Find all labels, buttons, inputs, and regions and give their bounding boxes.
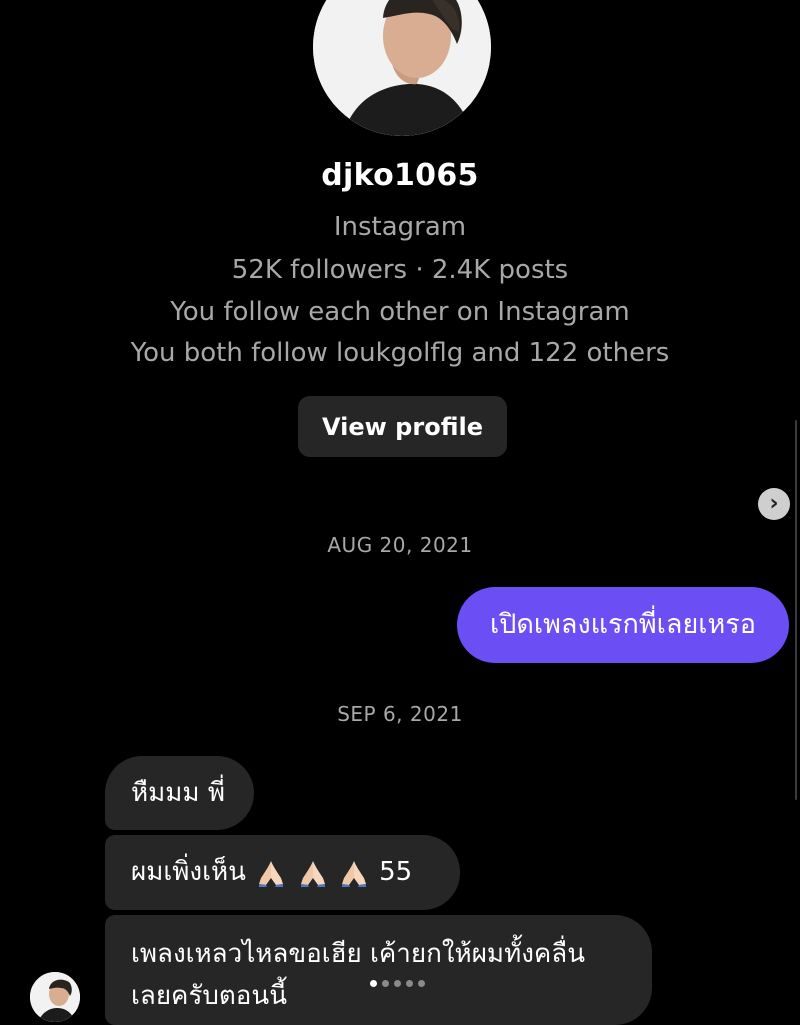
pager-dot bbox=[406, 979, 413, 987]
received-message[interactable]: หืมมม พี่ bbox=[105, 756, 254, 830]
reaction-emojis bbox=[254, 858, 379, 887]
date-separator: AUG 20, 2021 bbox=[327, 533, 473, 557]
profile-stats: 52K followers · 2.4K posts bbox=[231, 255, 569, 285]
pager-dot-active bbox=[370, 979, 377, 987]
mutual-friends-text: You both follow loukgolflg and 122 other… bbox=[130, 338, 670, 368]
chevron-right-icon[interactable]: › bbox=[758, 488, 790, 520]
message-suffix: 55 bbox=[379, 857, 413, 887]
carousel-pager bbox=[370, 978, 425, 988]
folded-hands-icon bbox=[300, 861, 325, 887]
mutual-follow-text: You follow each other on Instagram bbox=[170, 297, 630, 327]
pager-dot bbox=[382, 979, 389, 987]
message-text: ผมเพิ่งเห็น bbox=[131, 857, 246, 887]
message-text-line: เพลงเหลวไหลขอเฮีย เค้ายกให้ผมทั้งคลื่น bbox=[131, 939, 585, 969]
scrollbar[interactable] bbox=[795, 420, 797, 800]
sender-photo bbox=[30, 972, 80, 1022]
message-text: หืมมม พี่ bbox=[131, 778, 225, 808]
view-profile-button[interactable]: View profile bbox=[298, 396, 507, 457]
received-message[interactable]: เพลงเหลวไหลขอเฮีย เค้ายกให้ผมทั้งคลื่น เ… bbox=[105, 915, 652, 1025]
profile-photo bbox=[313, 0, 491, 136]
pager-dot bbox=[394, 979, 401, 987]
received-message[interactable]: ผมเพิ่งเห็น 55 bbox=[105, 835, 460, 910]
sent-message[interactable]: เปิดเพลงแรกพี่เลยเหรอ bbox=[457, 587, 789, 663]
profile-platform: Instagram bbox=[333, 212, 467, 242]
folded-hands-icon bbox=[342, 861, 367, 887]
profile-username: djko1065 bbox=[321, 158, 479, 193]
date-separator: SEP 6, 2021 bbox=[337, 702, 463, 726]
message-text: เปิดเพลงแรกพี่เลยเหรอ bbox=[489, 609, 757, 640]
profile-avatar[interactable] bbox=[313, 0, 491, 136]
pager-dot bbox=[418, 979, 425, 987]
folded-hands-icon bbox=[259, 861, 284, 887]
sender-avatar[interactable] bbox=[30, 972, 80, 1022]
